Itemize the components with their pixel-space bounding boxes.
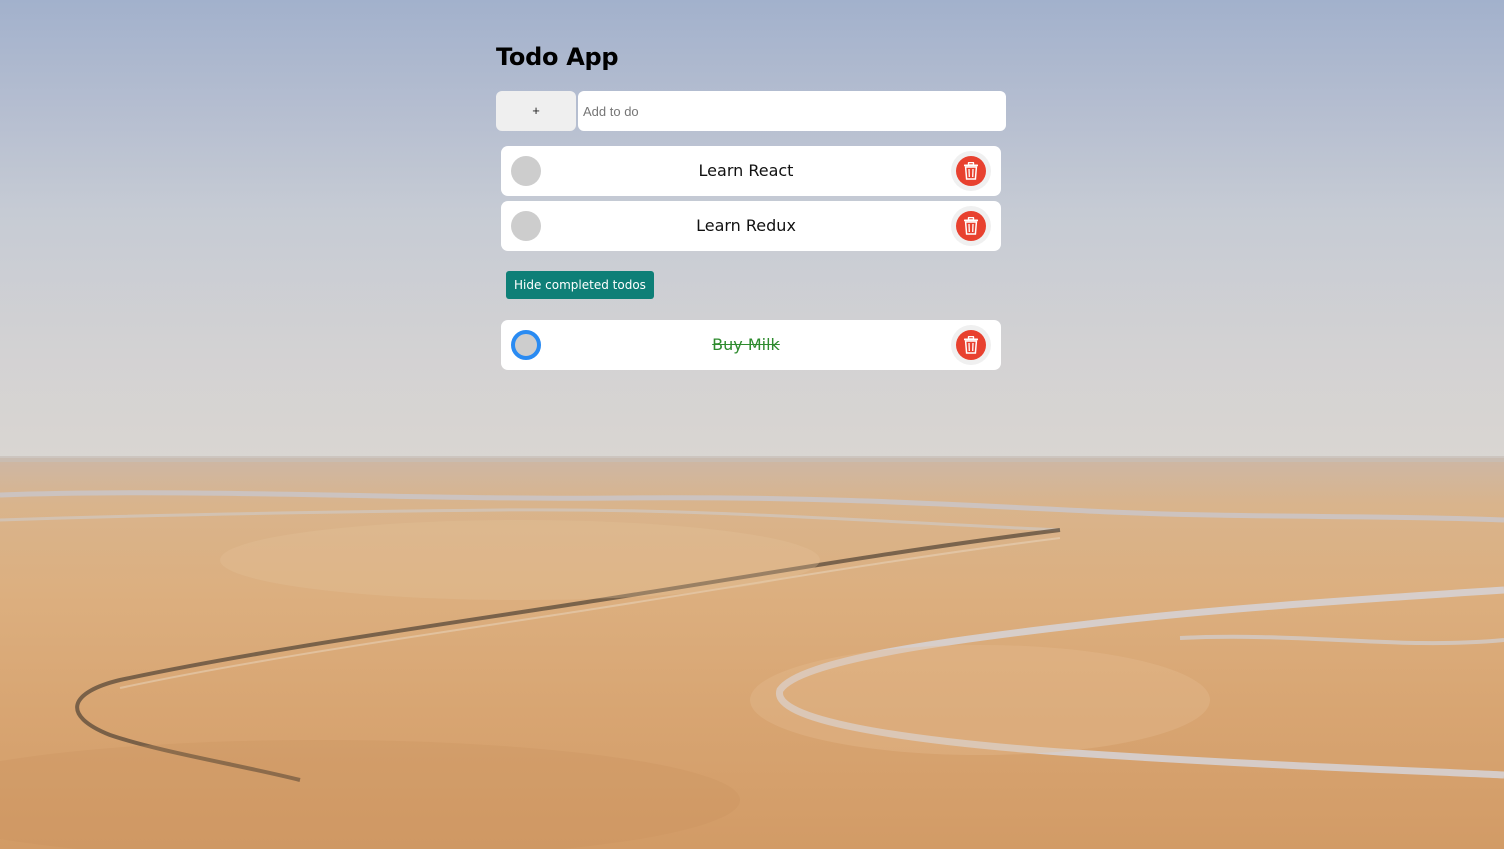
todo-label: Buy Milk: [712, 335, 780, 354]
trash-icon: [964, 162, 978, 180]
todo-label: Learn Redux: [696, 216, 796, 235]
circle-checkbox-icon[interactable]: [511, 330, 541, 360]
delete-todo-button[interactable]: [951, 151, 991, 191]
todo-item: Learn Redux: [501, 201, 1001, 251]
delete-todo-button[interactable]: [951, 206, 991, 246]
todo-item-completed: Buy Milk: [501, 320, 1001, 370]
page-title: Todo App: [496, 43, 619, 71]
todo-app: Todo App + Learn React Learn Redux: [496, 40, 1006, 370]
trash-icon: [964, 336, 978, 354]
add-todo-input[interactable]: [578, 91, 1006, 131]
delete-todo-button[interactable]: [951, 325, 991, 365]
circle-checkbox-icon[interactable]: [511, 211, 541, 241]
delete-button-circle[interactable]: [956, 330, 986, 360]
circle-checkbox-icon[interactable]: [511, 156, 541, 186]
todo-label: Learn React: [698, 161, 794, 180]
hide-completed-button[interactable]: Hide completed todos: [506, 271, 654, 299]
trash-icon: [964, 217, 978, 235]
todo-item: Learn React: [501, 146, 1001, 196]
add-todo-button[interactable]: +: [496, 91, 576, 131]
delete-button-circle[interactable]: [956, 211, 986, 241]
add-todo-form: +: [496, 91, 1006, 131]
delete-button-circle[interactable]: [956, 156, 986, 186]
